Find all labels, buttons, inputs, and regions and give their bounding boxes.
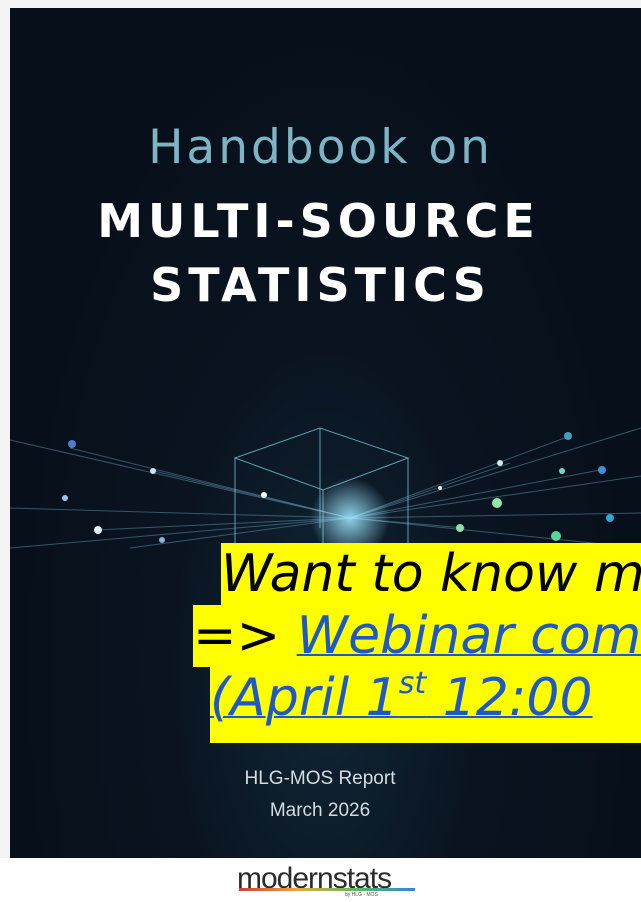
title-statistics: STATISTICS (150, 258, 491, 312)
date-text: (April 1 (210, 668, 399, 728)
callout-line-1: Want to know m (221, 543, 641, 605)
report-label: HLG-MOS Report (244, 768, 396, 789)
logo-underline (239, 888, 415, 891)
title-handbook-on: Handbook on (148, 120, 493, 175)
callout-line-2: => Webinar com (193, 605, 641, 667)
callout-line-3: (April 1st 12:00 (210, 667, 641, 743)
logo-subtext: by HLG - MOS (345, 892, 378, 898)
arrow-prefix: => (193, 606, 297, 666)
date-ordinal-suffix: st (398, 667, 427, 701)
modernstats-logo: modernstats by HLG - MOS (237, 864, 419, 898)
title-multi-source: MULTI-SOURCE (97, 194, 540, 248)
webinar-link[interactable]: Webinar com (297, 606, 641, 666)
report-date: March 2026 (269, 800, 371, 821)
webinar-date-link[interactable]: (April 1st 12:00 (210, 668, 593, 728)
callout-heading: Want to know m (221, 544, 641, 604)
time-text: 12:00 (426, 668, 593, 728)
